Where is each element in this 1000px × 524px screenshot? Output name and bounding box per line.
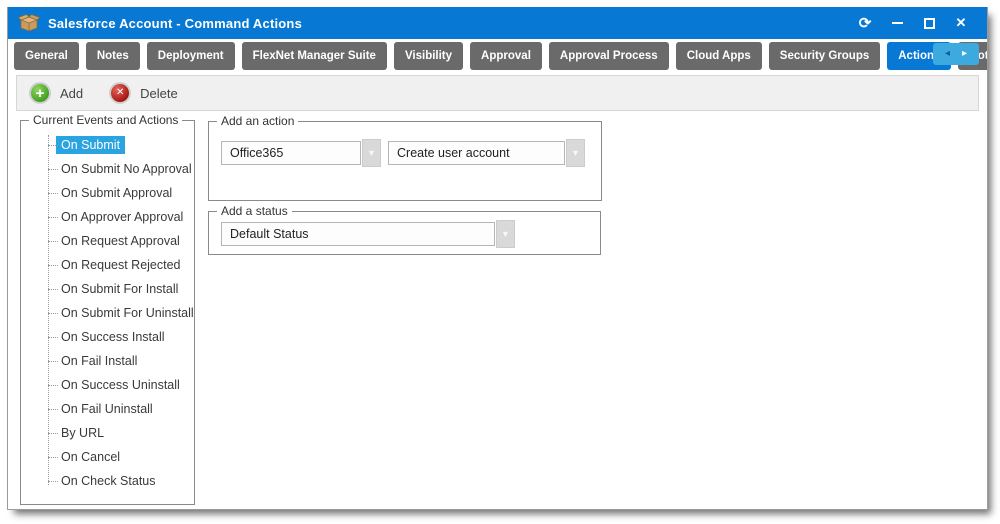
- content-area: Current Events and Actions On Submit On …: [8, 111, 987, 509]
- minimize-button[interactable]: [881, 10, 913, 36]
- tree-item[interactable]: By URL: [21, 421, 194, 445]
- tab[interactable]: Approval Process: [549, 42, 669, 70]
- events-tree: On Submit On Submit No Approval On Submi…: [21, 133, 194, 493]
- connector-select[interactable]: Office365 ▼: [221, 139, 381, 167]
- status-select[interactable]: Default Status ▼: [221, 220, 515, 248]
- action-select-value: Create user account: [388, 141, 565, 165]
- window-title: Salesforce Account - Command Actions: [48, 16, 302, 31]
- add-action-groupbox: Add an action Office365 ▼ Create user ac…: [208, 121, 602, 201]
- close-button[interactable]: ✕: [945, 10, 977, 36]
- tree-item[interactable]: On Request Rejected: [21, 253, 194, 277]
- action-select[interactable]: Create user account ▼: [388, 139, 585, 167]
- delete-button[interactable]: ✕ Delete: [109, 82, 178, 104]
- add-action-groupbox-title: Add an action: [217, 114, 298, 129]
- tree-item[interactable]: On Submit: [21, 133, 194, 157]
- tree-item[interactable]: On Fail Install: [21, 349, 194, 373]
- add-button[interactable]: + Add: [29, 82, 83, 104]
- add-status-groupbox: Add a status Default Status ▼: [208, 211, 601, 255]
- close-icon: ✕: [956, 15, 967, 31]
- package-icon: [18, 13, 40, 33]
- scroll-right-icon[interactable]: ▸: [962, 49, 967, 59]
- tree-item[interactable]: On Success Uninstall: [21, 373, 194, 397]
- tab[interactable]: FlexNet Manager Suite: [242, 42, 387, 70]
- chevron-down-icon[interactable]: ▼: [362, 139, 381, 167]
- tree-item[interactable]: On Submit For Install: [21, 277, 194, 301]
- tab[interactable]: General: [14, 42, 79, 70]
- tree-item[interactable]: On Cancel: [21, 445, 194, 469]
- delete-button-label: Delete: [140, 86, 178, 101]
- tree-item[interactable]: On Approver Approval: [21, 205, 194, 229]
- tree-item[interactable]: On Check Status: [21, 469, 194, 493]
- add-button-label: Add: [60, 86, 83, 101]
- events-groupbox-title: Current Events and Actions: [29, 113, 182, 128]
- maximize-icon: [924, 18, 935, 29]
- maximize-button[interactable]: [913, 10, 945, 36]
- tree-item[interactable]: On Submit For Uninstall: [21, 301, 194, 325]
- refresh-icon[interactable]: ⟳: [849, 10, 881, 36]
- tab-scroller[interactable]: ◂ ▸: [933, 43, 979, 65]
- add-status-groupbox-title: Add a status: [217, 204, 292, 219]
- tab[interactable]: Visibility: [394, 42, 463, 70]
- tree-item[interactable]: On Success Install: [21, 325, 194, 349]
- add-icon: +: [29, 82, 51, 104]
- chevron-down-icon[interactable]: ▼: [496, 220, 515, 248]
- connector-select-value: Office365: [221, 141, 361, 165]
- tree-item[interactable]: On Submit Approval: [21, 181, 194, 205]
- scroll-left-icon[interactable]: ◂: [945, 49, 950, 59]
- titlebar[interactable]: Salesforce Account - Command Actions ⟳ ✕: [8, 7, 987, 39]
- window-controls: ⟳ ✕: [849, 10, 977, 36]
- delete-icon: ✕: [109, 82, 131, 104]
- tab[interactable]: Approval: [470, 42, 542, 70]
- tab-strip: General Notes Deployment FlexNet Manager…: [8, 42, 987, 70]
- tab[interactable]: Security Groups: [769, 42, 880, 70]
- toolbar: + Add ✕ Delete: [16, 75, 979, 111]
- chevron-down-icon[interactable]: ▼: [566, 139, 585, 167]
- tree-item[interactable]: On Submit No Approval: [21, 157, 194, 181]
- minimize-icon: [892, 22, 903, 24]
- tab[interactable]: Notes: [86, 42, 140, 70]
- tree-item[interactable]: On Fail Uninstall: [21, 397, 194, 421]
- status-select-value: Default Status: [221, 222, 495, 246]
- tab[interactable]: Cloud Apps: [676, 42, 762, 70]
- dialog-window: Salesforce Account - Command Actions ⟳ ✕…: [7, 7, 988, 510]
- tab[interactable]: Deployment: [147, 42, 235, 70]
- events-groupbox: Current Events and Actions On Submit On …: [20, 120, 195, 505]
- tree-item[interactable]: On Request Approval: [21, 229, 194, 253]
